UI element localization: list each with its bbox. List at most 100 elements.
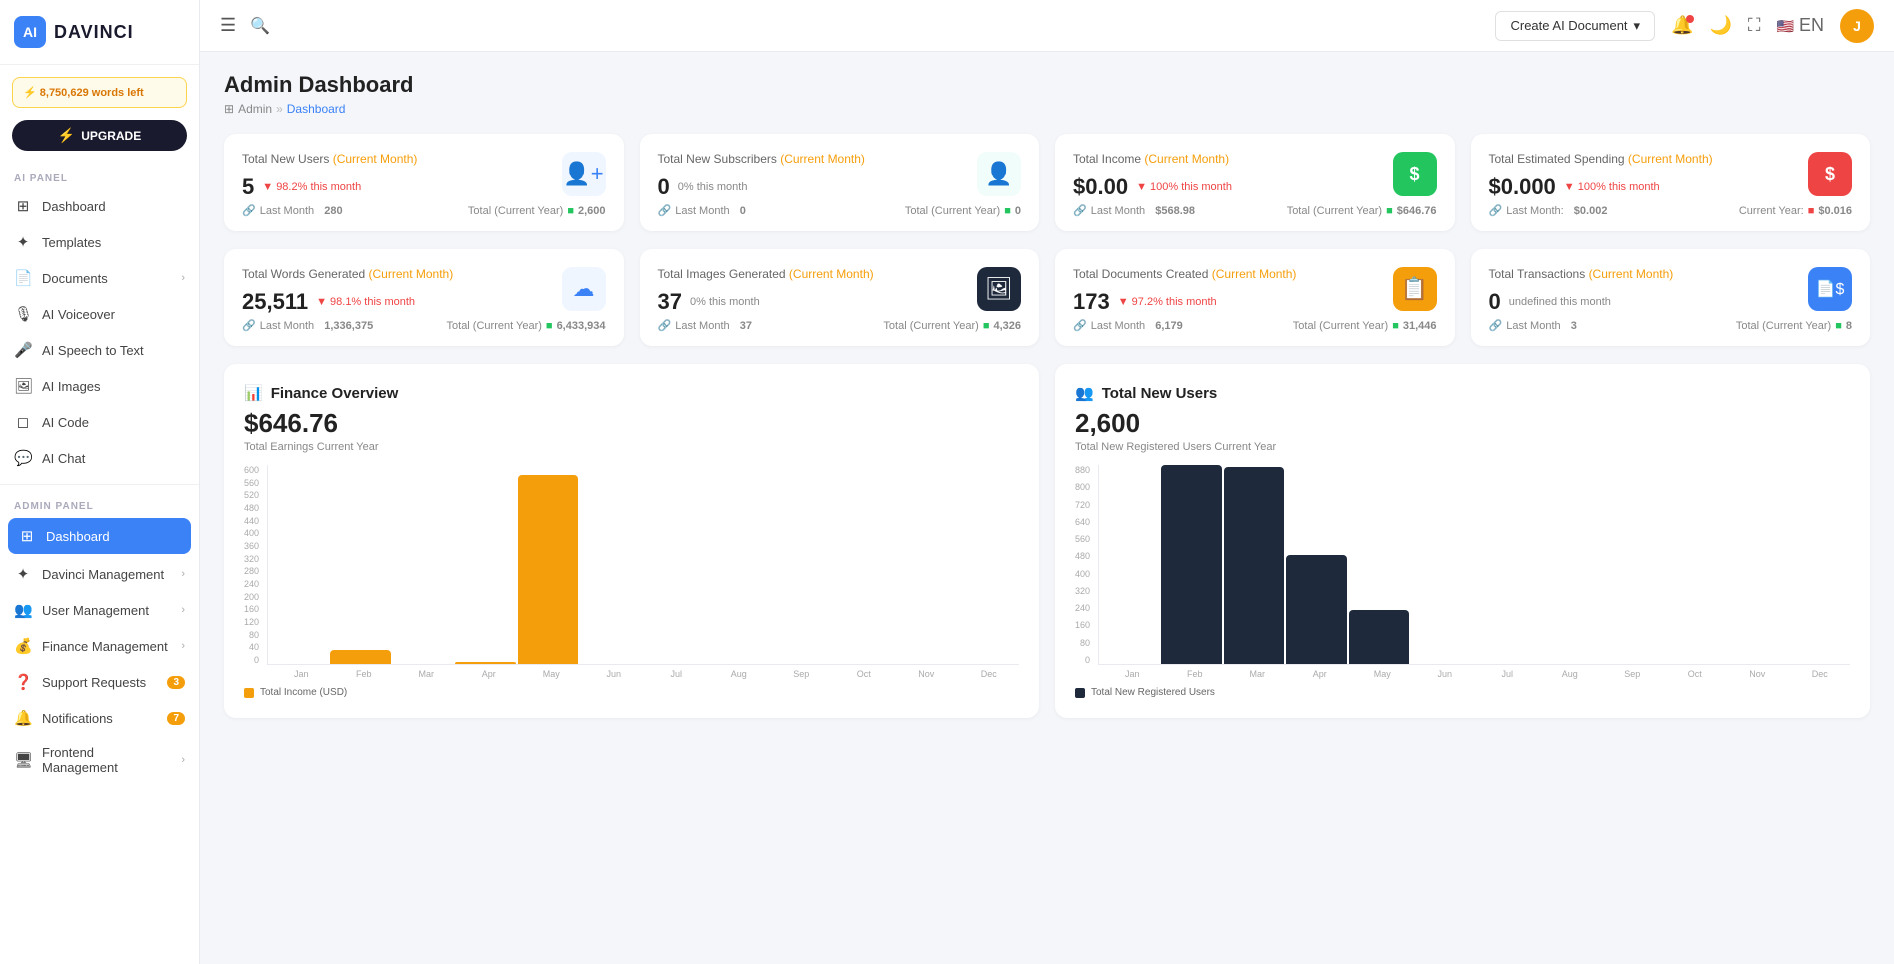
stat-card-value: 173 ▼ 97.2% this month <box>1073 289 1437 315</box>
stat-card-sub: 🔗 Last Month 37 Total (Current Year) ■ 4… <box>658 319 1022 332</box>
month-label: Feb <box>334 669 395 679</box>
stat-card-title: Total Documents Created (Current Month) <box>1073 267 1437 281</box>
new-users-icon: 👤+ <box>562 152 606 196</box>
users-chart-title-text: Total New Users <box>1102 385 1218 402</box>
month-label: Mar <box>396 669 457 679</box>
images-gen-icon: 🖼 <box>977 267 1021 311</box>
support-badge: 3 <box>167 676 185 689</box>
stat-card-value: $0.00 ▼ 100% this month <box>1073 174 1437 200</box>
sidebar-item-frontend-mgmt[interactable]: 🖥 Frontend Management › <box>0 736 199 784</box>
month-label: Jul <box>646 669 707 679</box>
stat-card-title: Total New Subscribers (Current Month) <box>658 152 1022 166</box>
sidebar-item-davinci-mgmt[interactable]: ✦ Davinci Management › <box>0 556 199 592</box>
sidebar-item-templates[interactable]: ✦ Templates <box>0 224 199 260</box>
stat-pct: ▼ 98.2% this month <box>262 181 361 193</box>
chevron-down-icon: ▾ <box>1634 18 1641 34</box>
avatar[interactable]: J <box>1840 9 1874 43</box>
sidebar-item-label: AI Voiceover <box>42 307 115 322</box>
finance-bar-chart: JanFebMarAprMayJunJulAugSepOctNovDec <box>267 465 1019 679</box>
stat-pct: ▼ 98.1% this month <box>316 296 415 308</box>
sidebar-item-admin-dashboard[interactable]: ⊞ Dashboard <box>8 518 191 554</box>
sidebar-item-documents[interactable]: 📄 Documents › <box>0 260 199 296</box>
stat-card-docs-created: 📋 Total Documents Created (Current Month… <box>1055 249 1455 346</box>
voiceover-icon: 🎙 <box>14 305 32 323</box>
sidebar-item-label: Finance Management <box>42 639 168 654</box>
month-label: Jun <box>584 669 645 679</box>
month-label: Nov <box>896 669 957 679</box>
sidebar-item-label: Dashboard <box>42 199 106 214</box>
menu-icon[interactable]: ☰ <box>220 15 236 36</box>
income-icon: $ <box>1393 152 1437 196</box>
month-label: Nov <box>1727 669 1788 679</box>
sidebar-item-support-req[interactable]: ❓ Support Requests 3 <box>0 664 199 700</box>
stat-pct: ▼ 97.2% this month <box>1118 296 1217 308</box>
breadcrumb-current: Dashboard <box>287 102 346 116</box>
bell-icon: 🔔 <box>14 709 32 727</box>
stat-pct: ▼ 100% this month <box>1564 181 1660 193</box>
words-count: 8,750,629 <box>40 87 89 99</box>
stat-card-title: Total Words Generated (Current Month) <box>242 267 606 281</box>
month-label: Oct <box>1665 669 1726 679</box>
sidebar-item-ai-code[interactable]: ◻ AI Code <box>0 404 199 440</box>
stat-number: 37 <box>658 289 682 315</box>
sidebar-item-label: Support Requests <box>42 675 146 690</box>
stat-card-title: Total Income (Current Month) <box>1073 152 1437 166</box>
finance-bar-chart-container: 600560520480440 400360320280240 20016012… <box>244 465 1019 679</box>
stat-number: 25,511 <box>242 289 308 315</box>
notification-bell-icon[interactable]: 🔔 <box>1671 15 1693 36</box>
search-icon[interactable]: 🔍 <box>250 16 270 36</box>
create-doc-button[interactable]: Create AI Document ▾ <box>1495 11 1655 41</box>
chevron-right-icon: › <box>181 604 185 616</box>
notifications-badge: 7 <box>167 712 185 725</box>
users-chart-sub: Total New Registered Users Current Year <box>1075 441 1850 453</box>
words-icon: ☁ <box>562 267 606 311</box>
stat-card-estimated-spending: $ Total Estimated Spending (Current Mont… <box>1471 134 1871 231</box>
sidebar-item-finance-mgmt[interactable]: 💰 Finance Management › <box>0 628 199 664</box>
images-icon: 🖼 <box>14 377 32 395</box>
sidebar-item-ai-chat[interactable]: 💬 AI Chat <box>0 440 199 476</box>
users-bar-chart-container: 880800720640560 480400320240160 800 JanF… <box>1075 465 1850 679</box>
stat-number: 0 <box>658 174 670 200</box>
admin-nav: ⊞ Dashboard ✦ Davinci Management › 👥 Use… <box>0 516 199 784</box>
grid-small-icon: ⊞ <box>224 102 234 116</box>
stat-card-sub: 🔗 Last Month $568.98 Total (Current Year… <box>1073 204 1437 217</box>
stat-card-sub: 🔗 Last Month 6,179 Total (Current Year) … <box>1073 319 1437 332</box>
finance-chart-icon: 📊 <box>244 384 263 402</box>
finance-y-labels: 600560520480440 400360320280240 20016012… <box>244 465 263 665</box>
fullscreen-icon[interactable]: ⛶ <box>1748 15 1761 36</box>
stat-number: 5 <box>242 174 254 200</box>
sidebar-item-notifications[interactable]: 🔔 Notifications 7 <box>0 700 199 736</box>
sidebar-item-ai-images[interactable]: 🖼 AI Images <box>0 368 199 404</box>
finance-bar <box>518 475 578 664</box>
sidebar-item-label: User Management <box>42 603 149 618</box>
stat-card-value: $0.000 ▼ 100% this month <box>1489 174 1853 200</box>
sidebar-item-label: Davinci Management <box>42 567 164 582</box>
stat-card-sub: 🔗 Last Month 0 Total (Current Year) ■ 0 <box>658 204 1022 217</box>
speech-icon: 🎤 <box>14 341 32 359</box>
sidebar-item-dashboard[interactable]: ⊞ Dashboard <box>0 188 199 224</box>
stat-number: 0 <box>1489 289 1501 315</box>
sidebar-item-user-mgmt[interactable]: 👥 User Management › <box>0 592 199 628</box>
language-flag[interactable]: 🇺🇸 EN <box>1777 15 1824 36</box>
stat-card-total-income: $ Total Income (Current Month) $0.00 ▼ 1… <box>1055 134 1455 231</box>
users-y-labels: 880800720640560 480400320240160 800 <box>1075 465 1094 665</box>
finance-chart-title-text: Finance Overview <box>271 385 399 402</box>
month-label: Sep <box>1602 669 1663 679</box>
upgrade-label: UPGRADE <box>81 129 141 143</box>
month-label: Jul <box>1477 669 1538 679</box>
sidebar-item-ai-voiceover[interactable]: 🎙 AI Voiceover <box>0 296 199 332</box>
charts-row: 📊 Finance Overview $646.76 Total Earning… <box>224 364 1870 718</box>
chevron-right-icon: › <box>181 754 185 766</box>
theme-toggle-icon[interactable]: 🌙 <box>1710 15 1732 36</box>
stat-card-words-generated: ☁ Total Words Generated (Current Month) … <box>224 249 624 346</box>
chat-icon: 💬 <box>14 449 32 467</box>
chevron-right-icon: › <box>181 640 185 652</box>
topbar-right: Create AI Document ▾ 🔔 🌙 ⛶ 🇺🇸 EN J <box>1495 9 1874 43</box>
notification-dot <box>1686 15 1694 23</box>
logo-text: DAVINCI <box>54 22 134 43</box>
finance-legend-label: Total Income (USD) <box>260 687 347 698</box>
month-label: Aug <box>709 669 770 679</box>
upgrade-button[interactable]: ⚡ UPGRADE <box>12 120 187 151</box>
month-label: Mar <box>1227 669 1288 679</box>
sidebar-item-ai-speech[interactable]: 🎤 AI Speech to Text <box>0 332 199 368</box>
